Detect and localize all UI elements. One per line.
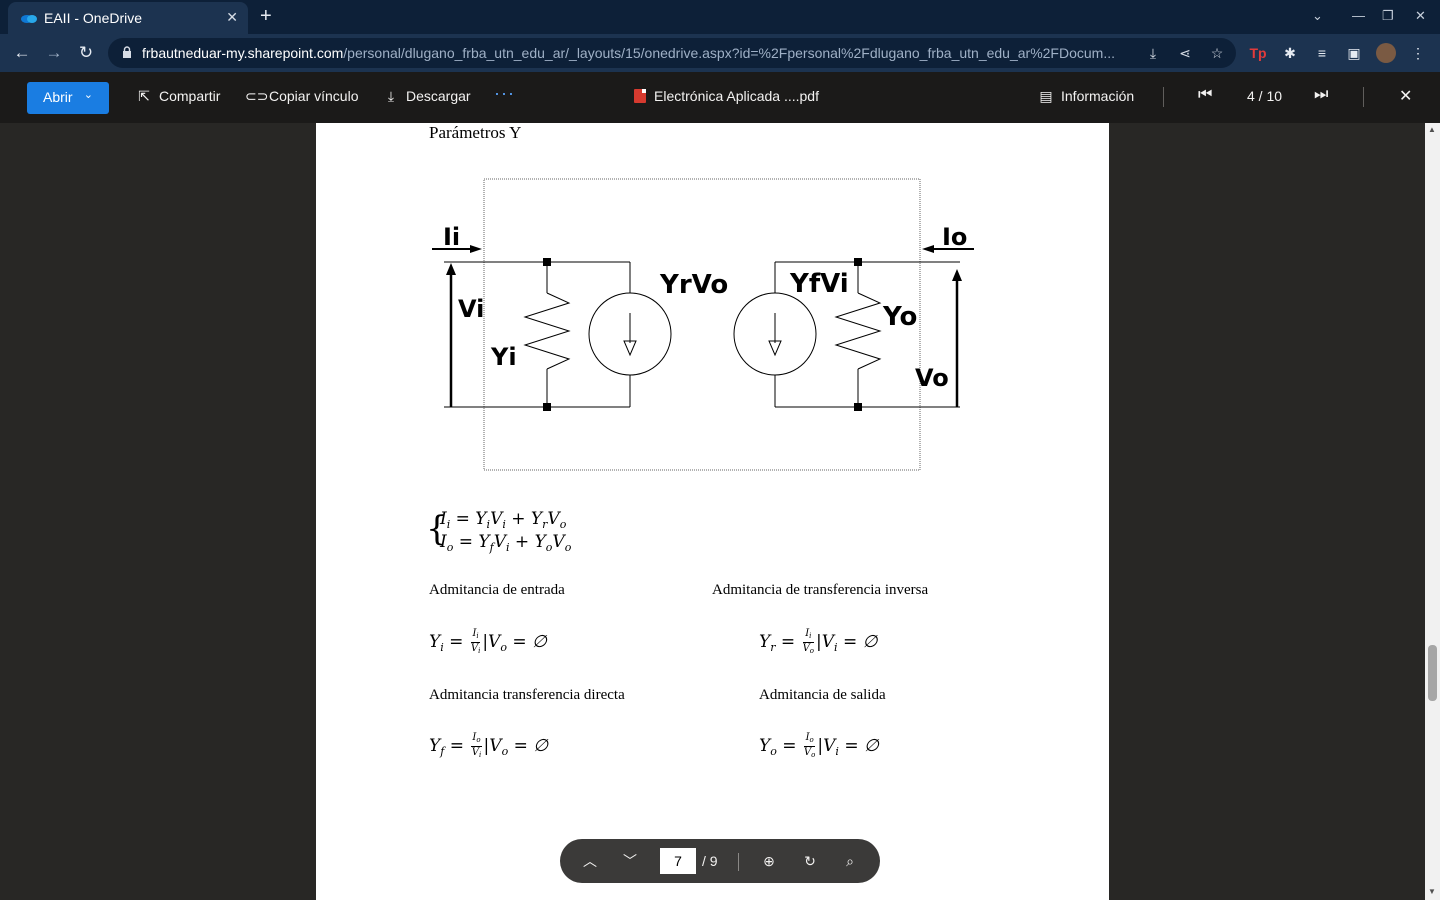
close-viewer-icon[interactable]: ✕	[1399, 86, 1412, 106]
next-page-icon[interactable]: ﹀	[619, 850, 641, 872]
download-button[interactable]: ⤓ Descargar	[382, 88, 471, 105]
back-icon[interactable]: ←	[12, 43, 32, 63]
label-yfvi: YfVi	[789, 269, 849, 299]
viewer-toolbar: Abrir ⌄ ⇱ Compartir ⊂⊃Copiar vínculo ⤓ Des…	[0, 72, 1440, 123]
extensions-puzzle-icon[interactable]: ✱	[1280, 43, 1300, 63]
copy-link-button[interactable]: ⊂⊃Copiar vínculo	[245, 88, 359, 105]
forward-icon[interactable]: →	[44, 43, 64, 63]
scroll-down-icon[interactable]: ▼	[1428, 887, 1436, 896]
zoom-in-icon[interactable]: ⊕	[758, 850, 780, 872]
open-button-label: Abrir	[43, 89, 73, 105]
toolbar-divider	[1163, 87, 1164, 107]
onedrive-icon	[21, 15, 37, 23]
pdf-page-navigator: ︿ ﹀ / 9 ⊕ ↻ ⌕	[560, 839, 880, 883]
last-file-icon[interactable]: ⏭	[1314, 86, 1328, 104]
copy-link-label: Copiar vínculo	[269, 88, 359, 104]
link-icon: ⊂⊃	[245, 88, 269, 104]
label-admitancia-directa: Admitancia transferencia directa	[429, 687, 625, 703]
address-toolbar: ← → ↻ frbautneduar-my.sharepoint.com/per…	[0, 34, 1440, 72]
close-tab-icon[interactable]: ✕	[226, 9, 238, 26]
previous-page-icon[interactable]: ︿	[579, 850, 601, 872]
nav-divider	[738, 853, 739, 871]
file-pager: 4 / 10	[1247, 88, 1283, 104]
share-arrow-icon: ⇱	[138, 88, 150, 104]
scroll-thumb[interactable]	[1428, 645, 1437, 701]
browser-tab[interactable]: EAII - OneDrive ✕	[8, 2, 248, 34]
label-vo: Vo	[915, 364, 949, 392]
share-label: Compartir	[159, 88, 221, 104]
formula-yi: Yi = Ii Vi |Vo = ∅	[429, 628, 547, 655]
info-button[interactable]: ▤ Información	[1037, 88, 1134, 105]
media-controls-icon[interactable]: ≡	[1312, 43, 1332, 63]
label-admitancia-entrada: Admitancia de entrada	[429, 582, 565, 598]
page-number-input[interactable]	[660, 848, 696, 874]
download-icon: ⤓	[387, 88, 395, 104]
label-admitancia-inversa: Admitancia de transferencia inversa	[712, 582, 929, 598]
page-heading: Parámetros Y	[429, 123, 522, 142]
search-icon[interactable]: ⌕	[839, 850, 861, 872]
menu-kebab-icon[interactable]: ⋮	[1408, 43, 1428, 63]
tab-search-icon[interactable]: ⌄	[1312, 8, 1323, 24]
toolbar-divider	[1363, 87, 1364, 107]
pdf-page: Parámetros Y Ii Io Vi Yi YrVo YfVi Yo Vo…	[316, 123, 1109, 900]
chevron-down-icon: ⌄	[83, 89, 93, 101]
label-ii: Ii	[443, 223, 460, 251]
close-window-icon[interactable]: ✕	[1415, 8, 1426, 24]
share-button[interactable]: ⇱ Compartir	[135, 88, 220, 105]
tab-title: EAII - OneDrive	[44, 10, 143, 26]
file-name-label: Electrónica Aplicada ....pdf	[654, 88, 819, 104]
info-label: Información	[1061, 88, 1135, 104]
label-yi: Yi	[490, 343, 517, 371]
label-admitancia-salida: Admitancia de salida	[759, 687, 886, 703]
more-options-button[interactable]: ···	[494, 83, 515, 104]
y-parameter-circuit: Ii Io Vi Yi YrVo YfVi Yo Vo	[432, 178, 974, 471]
address-bar[interactable]: frbautneduar-my.sharepoint.com/personal/…	[108, 38, 1236, 68]
label-yo: Yo	[882, 302, 917, 332]
url-text: frbautneduar-my.sharepoint.com/personal/…	[142, 45, 1115, 61]
new-tab-icon[interactable]: +	[260, 5, 272, 28]
extension-tp-icon[interactable]: Tp	[1248, 43, 1268, 63]
reload-icon[interactable]: ↻	[76, 43, 96, 63]
scroll-up-icon[interactable]: ▲	[1428, 125, 1436, 134]
bookmark-star-icon[interactable]: ☆	[1208, 44, 1226, 62]
download-label: Descargar	[406, 88, 471, 104]
formula-yf: Yf = Io Vi |Vo = ∅	[429, 732, 549, 759]
first-file-icon[interactable]: ⏮	[1198, 86, 1212, 104]
profile-avatar[interactable]	[1376, 43, 1396, 63]
label-io: Io	[942, 223, 967, 251]
info-panel-icon: ▤	[1039, 88, 1053, 104]
equation-ii: Ii = YiVi + YrVo	[440, 509, 567, 531]
page-total: / 9	[702, 853, 718, 869]
lock-icon	[123, 46, 131, 58]
file-name: Electrónica Aplicada ....pdf	[634, 88, 819, 104]
install-icon[interactable]: ⤓	[1144, 44, 1162, 62]
minimize-icon[interactable]: —	[1352, 8, 1365, 23]
tab-strip: EAII - OneDrive ✕ + ⌄ — ❐ ✕	[0, 0, 1440, 34]
document-scrollbar[interactable]: ▲ ▼	[1425, 123, 1440, 900]
pdf-file-icon	[634, 89, 646, 103]
label-vi: Vi	[458, 295, 484, 323]
formula-yr: Yr = Ii Vo |Vi = ∅	[759, 628, 878, 655]
label-yrvo: YrVo	[659, 270, 728, 300]
restore-icon[interactable]: ❐	[1382, 8, 1394, 24]
equation-io: Io = YfVi + YoVo	[440, 532, 572, 554]
rotate-icon[interactable]: ↻	[799, 850, 821, 872]
formula-yo: Yo = Io Vo |Vi = ∅	[759, 732, 879, 759]
side-panel-icon[interactable]: ▣	[1344, 43, 1364, 63]
share-icon[interactable]: ⋖	[1176, 44, 1194, 62]
open-button[interactable]: Abrir ⌄	[27, 82, 109, 114]
